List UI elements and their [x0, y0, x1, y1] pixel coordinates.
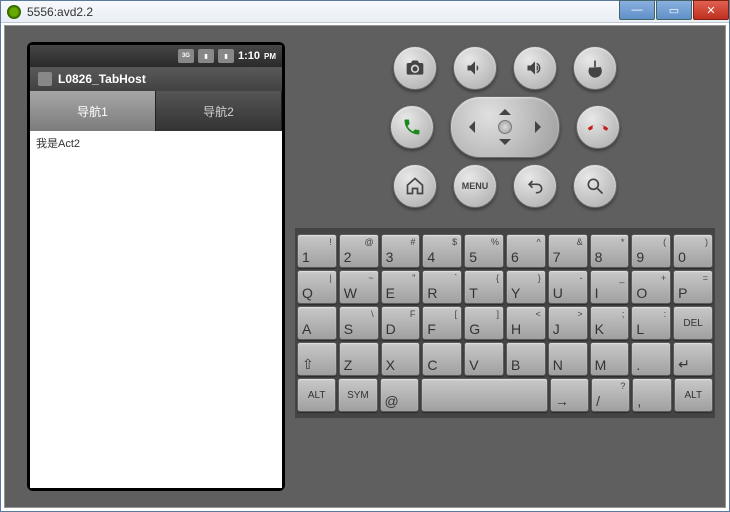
key-7[interactable]: 7& [548, 234, 588, 268]
status-ampm: PM [264, 52, 276, 61]
tab-row: 导航1 导航2 [30, 91, 282, 131]
keyboard: 1!2@3#4$5%6^7&8*9(0) Q|W~E"R`T{Y}U-I_O+P… [295, 228, 715, 418]
key-q[interactable]: Q| [297, 270, 337, 304]
camera-button[interactable] [393, 46, 437, 90]
key-f[interactable]: F[ [422, 306, 462, 340]
content-text: 我是Act2 [36, 138, 80, 150]
emulator-body: 3G ▮ ▮ 1:10 PM L0826_TabHost 导航1 导航2 我是A… [4, 25, 726, 508]
control-panel: MENU 1!2@3#4$5%6^7&8*9(0) Q|W~E"R`T{Y}U-… [285, 26, 725, 507]
power-button[interactable] [573, 46, 617, 90]
key-x[interactable]: X [381, 342, 421, 376]
key-b[interactable]: B [506, 342, 546, 376]
key-alt-right[interactable]: ALT [674, 378, 713, 412]
key-4[interactable]: 4$ [422, 234, 462, 268]
key-shift[interactable]: ⇧ [297, 342, 337, 376]
key-row-5: ALTSYM@→/?,ALT [297, 378, 713, 412]
key-8[interactable]: 8* [590, 234, 630, 268]
key-m[interactable]: M [590, 342, 630, 376]
key-row-4: ⇧ZXCVBNM.↵ [297, 342, 713, 376]
dpad[interactable] [450, 96, 560, 158]
call-button[interactable] [390, 105, 434, 149]
dpad-left[interactable] [463, 121, 475, 133]
key-n[interactable]: N [548, 342, 588, 376]
key-0[interactable]: 0) [673, 234, 713, 268]
key-d[interactable]: DF [381, 306, 421, 340]
key-h[interactable]: H< [506, 306, 546, 340]
end-call-button[interactable] [576, 105, 620, 149]
key-9[interactable]: 9( [631, 234, 671, 268]
search-button[interactable] [573, 164, 617, 208]
app-titlebar: L0826_TabHost [30, 67, 282, 91]
key-alt-left[interactable]: ALT [297, 378, 336, 412]
key-j[interactable]: J> [548, 306, 588, 340]
back-button[interactable] [513, 164, 557, 208]
key-e[interactable]: E" [381, 270, 421, 304]
signal-icon: ▮ [198, 49, 214, 63]
key-row-2: Q|W~E"R`T{Y}U-I_O+P= [297, 270, 713, 304]
status-time: 1:10 [238, 50, 260, 62]
menu-button[interactable]: MENU [453, 164, 497, 208]
maximize-button[interactable]: ▭ [656, 0, 692, 20]
minimize-button[interactable]: — [619, 0, 655, 20]
app-title: L0826_TabHost [58, 72, 146, 86]
battery-icon: ▮ [218, 49, 234, 63]
home-button[interactable] [393, 164, 437, 208]
key-row-1: 1!2@3#4$5%6^7&8*9(0) [297, 234, 713, 268]
window-titlebar: 5556:avd2.2 — ▭ ✕ [1, 1, 729, 23]
key-r[interactable]: R` [422, 270, 462, 304]
key-arrow[interactable]: → [550, 378, 589, 412]
window-title: 5556:avd2.2 [27, 5, 93, 19]
phone-frame: 3G ▮ ▮ 1:10 PM L0826_TabHost 导航1 导航2 我是A… [27, 42, 285, 491]
key-/[interactable]: /? [591, 378, 630, 412]
key-o[interactable]: O+ [631, 270, 671, 304]
key-enter[interactable]: ↵ [673, 342, 713, 376]
key-del[interactable]: DEL [673, 306, 713, 340]
key-2[interactable]: 2@ [339, 234, 379, 268]
key-t[interactable]: T{ [464, 270, 504, 304]
volume-up-button[interactable] [513, 46, 557, 90]
phone-statusbar: 3G ▮ ▮ 1:10 PM [30, 45, 282, 67]
key-l[interactable]: L: [631, 306, 671, 340]
key-i[interactable]: I_ [590, 270, 630, 304]
key-1[interactable]: 1! [297, 234, 337, 268]
key-z[interactable]: Z [339, 342, 379, 376]
key-p[interactable]: P= [673, 270, 713, 304]
key-k[interactable]: K; [590, 306, 630, 340]
dpad-up[interactable] [499, 103, 511, 115]
key-3[interactable]: 3# [381, 234, 421, 268]
key-sym[interactable]: SYM [338, 378, 377, 412]
key-row-3: AS\DFF[G]H<J>K;L:DEL [297, 306, 713, 340]
emulator-window: 5556:avd2.2 — ▭ ✕ 3G ▮ ▮ 1:10 PM L0826_T… [0, 0, 730, 512]
3g-icon: 3G [178, 49, 194, 63]
key-.[interactable]: . [631, 342, 671, 376]
phone-content: 我是Act2 [30, 131, 282, 488]
key-a[interactable]: A [297, 306, 337, 340]
dpad-down[interactable] [499, 139, 511, 151]
key-space[interactable] [421, 378, 548, 412]
key-y[interactable]: Y} [506, 270, 546, 304]
key-6[interactable]: 6^ [506, 234, 546, 268]
key-@[interactable]: @ [380, 378, 419, 412]
app-title-icon [38, 72, 52, 86]
tab-nav2[interactable]: 导航2 [156, 91, 282, 131]
key-,[interactable]: , [632, 378, 671, 412]
key-u[interactable]: U- [548, 270, 588, 304]
key-c[interactable]: C [422, 342, 462, 376]
key-5[interactable]: 5% [464, 234, 504, 268]
tab-nav1[interactable]: 导航1 [30, 91, 156, 131]
close-button[interactable]: ✕ [693, 0, 729, 20]
volume-down-button[interactable] [453, 46, 497, 90]
key-g[interactable]: G] [464, 306, 504, 340]
dpad-center[interactable] [498, 120, 512, 134]
key-w[interactable]: W~ [339, 270, 379, 304]
app-icon [7, 5, 21, 19]
key-v[interactable]: V [464, 342, 504, 376]
dpad-right[interactable] [535, 121, 547, 133]
key-s[interactable]: S\ [339, 306, 379, 340]
control-buttons: MENU [295, 46, 715, 208]
